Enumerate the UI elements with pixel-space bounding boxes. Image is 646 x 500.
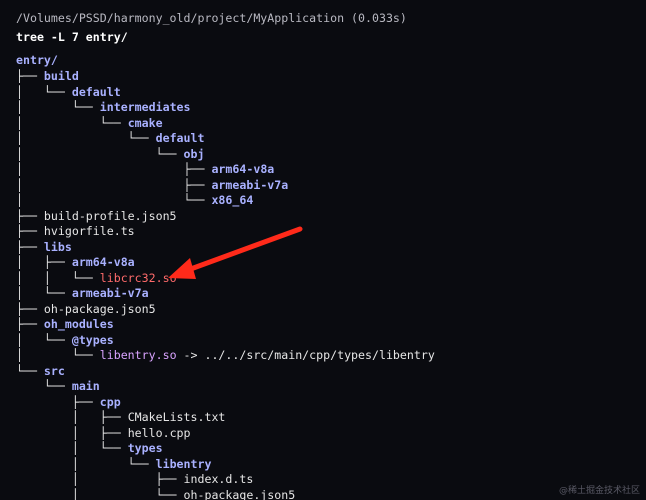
tree-branch: ├── <box>16 208 44 223</box>
tree-entry: │ └── default <box>16 131 204 147</box>
tree-branch: │ │ └── <box>16 270 100 285</box>
tree-file-name: hvigorfile.ts <box>43 224 135 238</box>
tree-directory-name: libs <box>43 239 72 254</box>
tree-entry: │ └── intermediates <box>16 100 191 116</box>
tree-directory-name: src <box>43 363 65 378</box>
tree-entry: │ ├── arm64-v8a <box>16 255 135 271</box>
tree-entry: └── main <box>16 379 100 395</box>
tree-entry: │ ├── armeabi-v7a <box>16 178 288 194</box>
tree-entry: │ │ └── libcrc32.so <box>16 271 177 287</box>
tree-branch: │ └── <box>16 487 184 500</box>
tree-branch: │ └── <box>16 456 156 471</box>
tree-branch: │ └── <box>16 348 100 362</box>
tree-branch: ├── <box>16 239 44 254</box>
tree-file-name: CMakeLists.txt <box>127 410 226 424</box>
tree-entry: │ └── armeabi-v7a <box>16 286 149 302</box>
tree-branch: └── <box>16 363 44 378</box>
tree-entry: │ └── oh-package.json5 <box>16 488 295 500</box>
tree-directory-name: main <box>71 379 100 393</box>
tree-entry: │ └── types <box>16 441 163 457</box>
tree-branch: │ └── <box>16 193 212 207</box>
tree-directory-name: cmake <box>127 115 163 130</box>
tree-entry: ├── libs <box>16 240 72 256</box>
tree-file-name: hello.cpp <box>127 425 191 440</box>
tree-directory-name: armeabi-v7a <box>71 286 149 300</box>
tree-entry: │ └── x86_64 <box>16 193 253 209</box>
tree-branch: │ └── <box>16 131 156 145</box>
tree-branch: │ ├── <box>16 177 212 192</box>
terminal-window: /Volumes/PSSD/harmony_old/project/MyAppl… <box>0 0 646 500</box>
tree-entry: ├── oh-package.json5 <box>16 302 156 318</box>
tree-directory-name: obj <box>183 146 205 161</box>
tree-shared-object-name: libcrc32.so <box>99 270 177 285</box>
tree-entry: ├── cpp <box>16 395 121 411</box>
tree-branch: │ ├── <box>16 255 72 269</box>
tree-file-name: build-profile.json5 <box>43 208 177 223</box>
tree-entry: └── src <box>16 364 65 380</box>
tree-directory-name: oh_modules <box>43 317 114 331</box>
tree-branch: │ ├── <box>16 472 184 486</box>
tree-entry: │ ├── arm64-v8a <box>16 162 274 178</box>
tree-branch: ├── <box>16 394 100 409</box>
tree-directory-name: arm64-v8a <box>71 255 135 269</box>
tree-branch: ├── <box>16 301 44 316</box>
tree-branch: │ └── <box>16 332 72 347</box>
tree-file-name: oh-package.json5 <box>183 487 296 500</box>
tree-symlink-name: libentry.so <box>99 348 177 362</box>
tree-entry: ├── build-profile.json5 <box>16 209 177 225</box>
tree-root: entry/ <box>16 53 58 67</box>
tree-entry: │ ├── hello.cpp <box>16 426 191 442</box>
cwd-line: /Volumes/PSSD/harmony_old/project/MyAppl… <box>16 11 407 25</box>
tree-branch: └── <box>16 379 72 393</box>
tree-branch: │ ├── <box>16 162 212 176</box>
tree-directory-name: cpp <box>99 394 121 409</box>
tree-entry: ├── oh_modules <box>16 317 114 333</box>
tree-directory-name: build <box>43 69 79 83</box>
tree-directory-name: x86_64 <box>211 193 254 207</box>
tree-branch: │ └── <box>16 115 128 130</box>
tree-entry: ├── build <box>16 69 79 85</box>
tree-branch: │ └── <box>16 441 128 455</box>
tree-branch: ├── <box>16 317 44 331</box>
tree-file-name: oh-package.json5 <box>43 301 156 316</box>
tree-branch: ├── <box>16 69 44 83</box>
tree-entry: │ └── default <box>16 85 121 101</box>
watermark: @稀土掘金技术社区 <box>558 486 640 496</box>
tree-branch: │ ├── <box>16 425 128 440</box>
tree-file-name: index.d.ts <box>183 472 254 486</box>
tree-entry: │ ├── index.d.ts <box>16 472 254 488</box>
tree-entry: │ └── @types <box>16 333 114 349</box>
tree-entry: │ └── cmake <box>16 116 163 132</box>
tree-directory-name: armeabi-v7a <box>211 177 289 192</box>
tree-entry: │ ├── CMakeLists.txt <box>16 410 226 426</box>
tree-branch: │ └── <box>16 84 72 99</box>
tree-entry: │ └── libentry.so -> ../../src/main/cpp/… <box>16 348 435 364</box>
tree-directory-name: @types <box>71 332 114 347</box>
tree-entry: │ └── obj <box>16 147 204 163</box>
tree-directory-name: default <box>71 84 121 99</box>
tree-directory-name: intermediates <box>99 100 191 114</box>
command-line: tree -L 7 entry/ <box>16 30 128 44</box>
tree-directory-name: arm64-v8a <box>211 162 275 176</box>
tree-branch: │ └── <box>16 286 72 300</box>
tree-directory-name: types <box>127 441 163 455</box>
symlink-target: -> ../../src/main/cpp/types/libentry <box>176 348 435 362</box>
tree-branch: │ └── <box>16 100 100 114</box>
tree-branch: │ └── <box>16 146 184 161</box>
tree-entry: ├── hvigorfile.ts <box>16 224 135 240</box>
tree-directory-name: default <box>155 131 205 145</box>
tree-branch: │ ├── <box>16 410 128 424</box>
tree-entry: │ └── libentry <box>16 456 212 473</box>
tree-branch: ├── <box>16 224 44 238</box>
tree-directory-name: libentry <box>155 456 212 471</box>
